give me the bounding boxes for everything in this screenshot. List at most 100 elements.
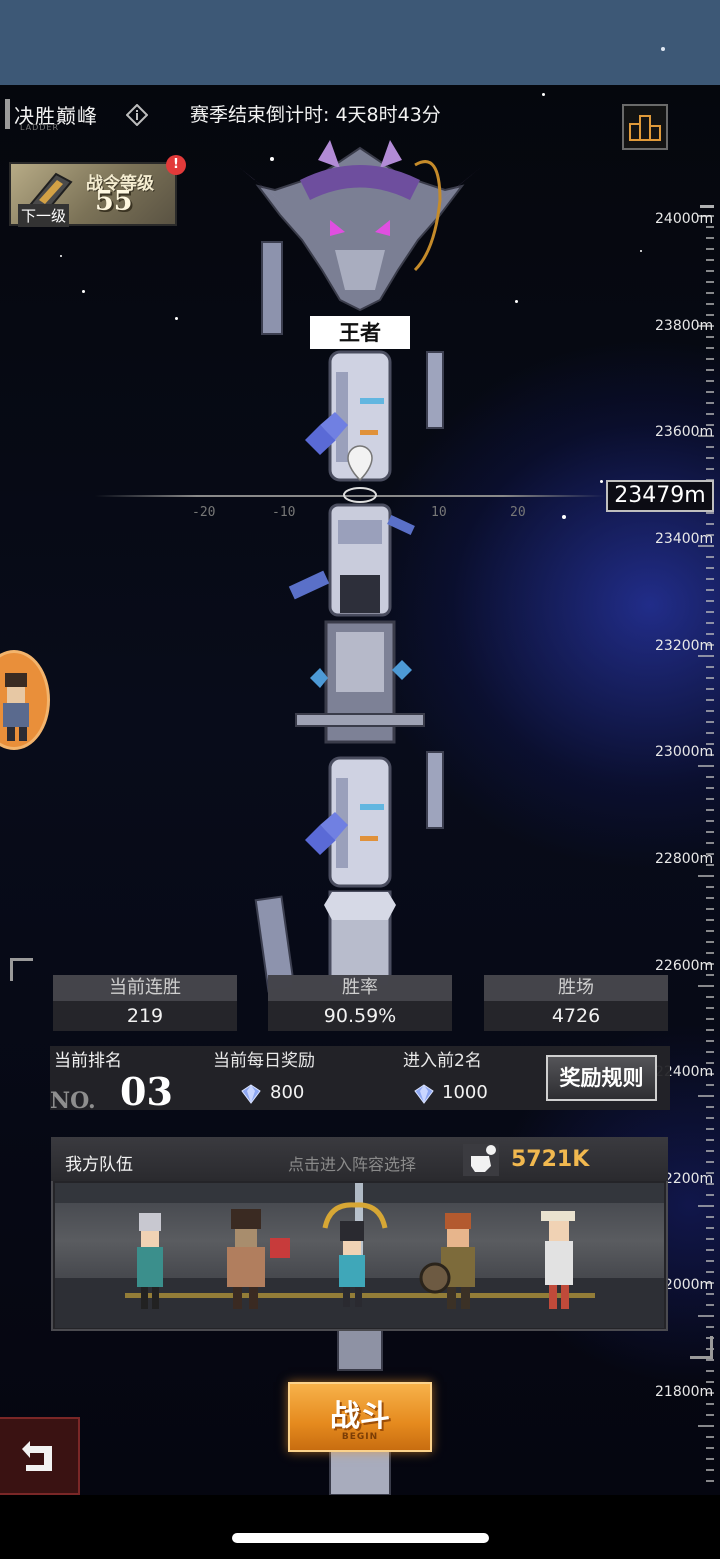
ruler-tick <box>698 1095 714 1097</box>
ruler-tick <box>706 589 714 591</box>
star <box>542 93 545 96</box>
team-scene[interactable] <box>55 1183 664 1328</box>
podium-glyph <box>629 115 661 141</box>
ruler-tick <box>706 952 714 954</box>
fist-icon <box>463 1144 499 1176</box>
ruler-tick <box>706 1007 714 1009</box>
ruler-tick <box>706 556 714 558</box>
current-altitude: 23479m <box>606 480 714 512</box>
ruler-tick <box>698 985 714 987</box>
ruler-tick <box>706 237 714 239</box>
ruler-tick <box>706 820 714 822</box>
ruler-tick <box>706 292 714 294</box>
ruler-tick <box>698 875 714 877</box>
ruler-tick <box>706 1447 714 1449</box>
ruler-tick <box>706 413 714 415</box>
fight-button-label[interactable]: 战斗 <box>288 1391 432 1435</box>
ruler-tick <box>706 1227 714 1229</box>
ruler-tick <box>706 1271 714 1273</box>
ruler-tick <box>706 380 714 382</box>
altitude-mark: 22800m <box>655 851 714 867</box>
stat-label: 胜场 <box>484 975 668 1001</box>
team-power: 5721K <box>511 1147 590 1172</box>
altitude-ruler <box>698 205 714 1482</box>
star <box>515 300 518 303</box>
ruler-tick <box>706 314 714 316</box>
back-arrow-icon <box>22 1441 52 1471</box>
altitude-mark: 23200m <box>655 638 714 654</box>
ruler-tick <box>706 1040 714 1042</box>
ruler-tick <box>698 1425 714 1427</box>
offset-tick-label: -20 <box>192 505 216 520</box>
page-subtitle: LADDER <box>20 123 60 132</box>
ruler-tick <box>706 1260 714 1262</box>
ruler-tick <box>706 1293 714 1295</box>
offset-tick-label: 20 <box>510 505 526 520</box>
ruler-tick <box>706 391 714 393</box>
fight-button-sub: BEGIN <box>341 1432 379 1442</box>
ruler-tick <box>706 1469 714 1471</box>
ranking-number: 03 <box>120 1069 173 1114</box>
ruler-tick <box>706 1084 714 1086</box>
ruler-tick <box>706 1359 714 1361</box>
ruler-tick <box>706 1216 714 1218</box>
ruler-tick <box>706 457 714 459</box>
battle-pass-level: 55 <box>95 186 133 217</box>
podium-icon[interactable] <box>622 104 668 150</box>
team-select-hint[interactable]: 点击进入阵容选择 <box>288 1151 416 1175</box>
ruler-tick <box>706 446 714 448</box>
team-heroes-illustration <box>55 1183 664 1328</box>
daily-reward-label: 当前每日奖励 <box>213 1051 315 1071</box>
tier-rank-label: 王者 <box>310 316 410 349</box>
ruler-tick <box>706 1117 714 1119</box>
top2-reward-value: 1000 <box>442 1082 488 1103</box>
title-accent <box>5 99 10 129</box>
star <box>175 317 178 320</box>
ruler-tick <box>706 1106 714 1108</box>
ruler-tick <box>706 578 714 580</box>
star <box>82 290 85 293</box>
team-title: 我方队伍 <box>65 1155 133 1175</box>
ruler-tick <box>706 1414 714 1416</box>
ruler-tick <box>706 666 714 668</box>
ruler-tick <box>706 633 714 635</box>
back-button[interactable] <box>0 1417 80 1495</box>
ranking-no-prefix: NO. <box>50 1088 96 1114</box>
altitude-mark: 23600m <box>655 424 714 440</box>
info-icon[interactable] <box>126 104 148 126</box>
offset-tick-label: 10 <box>431 505 447 520</box>
bottom-bar <box>0 1495 720 1559</box>
ruler-tick <box>706 1194 714 1196</box>
star <box>60 255 62 257</box>
stat-label: 当前连胜 <box>53 975 237 1001</box>
ruler-tick <box>706 710 714 712</box>
stat-value: 4726 <box>551 1005 601 1027</box>
ruler-tick <box>706 996 714 998</box>
altitude-mark: 23400m <box>655 531 714 547</box>
ruler-tick <box>706 1238 714 1240</box>
ruler-tick <box>706 600 714 602</box>
gem-icon <box>241 1084 261 1104</box>
ruler-tick <box>706 358 714 360</box>
ruler-tick <box>706 908 714 910</box>
ruler-tick <box>706 776 714 778</box>
battle-pass-next-label[interactable]: 下一级 <box>18 204 70 227</box>
ruler-tick <box>706 677 714 679</box>
ruler-tick <box>706 886 714 888</box>
ruler-tick <box>706 567 714 569</box>
season-countdown: 赛季结束倒计时: 4天8时43分 <box>190 104 441 126</box>
ruler-tick <box>706 699 714 701</box>
ruler-tick <box>698 765 714 767</box>
ruler-tick <box>706 1326 714 1328</box>
ruler-tick <box>706 303 714 305</box>
ruler-tick <box>698 1315 714 1317</box>
offset-tick-label: -10 <box>272 505 296 520</box>
ruler-tick <box>706 1161 714 1163</box>
home-indicator[interactable] <box>232 1533 489 1543</box>
star <box>600 480 603 483</box>
reward-rules-button[interactable]: 奖励规则 <box>546 1055 657 1101</box>
ruler-tick <box>706 336 714 338</box>
ruler-tick <box>706 1018 714 1020</box>
ruler-tick <box>706 369 714 371</box>
ruler-tick <box>706 523 714 525</box>
